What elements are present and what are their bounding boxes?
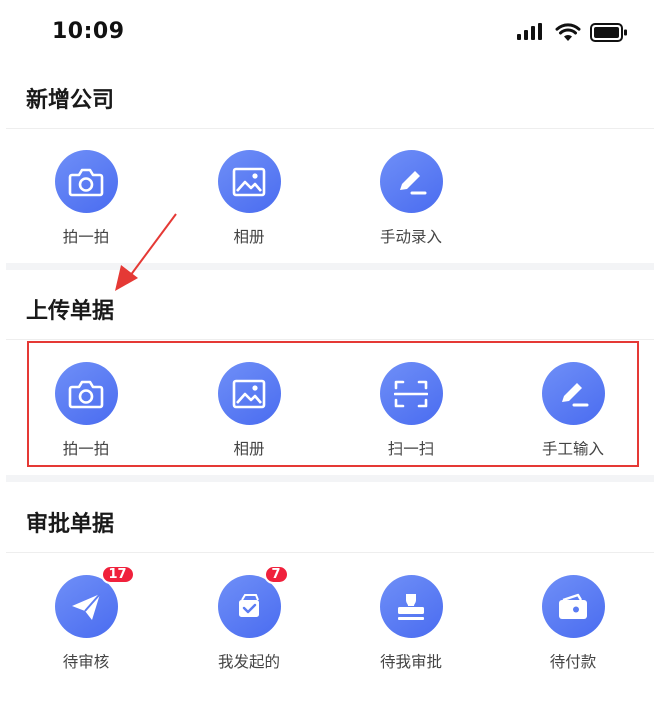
add-company-album-button[interactable]: 相册 xyxy=(184,150,314,250)
camera-icon xyxy=(68,168,104,196)
pending-review-badge: 17 xyxy=(100,565,135,584)
wallet-icon xyxy=(559,593,587,619)
initiated-by-me-button[interactable]: 7 我发起的 xyxy=(184,565,314,675)
stamp-icon xyxy=(398,593,424,620)
icon-circle xyxy=(541,362,605,425)
item-label: 手工输入 xyxy=(541,440,604,458)
battery-icon xyxy=(590,22,627,42)
divider xyxy=(6,552,654,553)
upload-scan-button[interactable]: 扫一扫 xyxy=(346,362,476,462)
status-time: 10:09 xyxy=(52,19,125,44)
item-label: 待付款 xyxy=(549,653,597,671)
document-check-icon xyxy=(239,593,259,617)
scan-icon xyxy=(394,380,428,407)
item-label: 相册 xyxy=(233,228,265,246)
divider xyxy=(6,339,654,340)
pending-review-button[interactable]: 17 待审核 xyxy=(21,565,151,675)
divider xyxy=(6,128,654,129)
pending-payment-button[interactable]: 待付款 xyxy=(508,575,638,675)
wifi-icon xyxy=(555,22,581,41)
item-label: 相册 xyxy=(233,440,265,458)
image-icon xyxy=(232,379,266,408)
upload-album-button[interactable]: 相册 xyxy=(184,362,314,462)
upload-camera-button[interactable]: 拍一拍 xyxy=(21,362,151,462)
add-company-manual-entry-button[interactable]: 手动录入 xyxy=(346,150,476,250)
cellular-signal-icon xyxy=(517,23,542,40)
icon-circle xyxy=(54,150,118,213)
icon-circle xyxy=(541,575,605,638)
icon-circle xyxy=(217,150,281,213)
add-company-camera-button[interactable]: 拍一拍 xyxy=(21,150,151,250)
item-label: 拍一拍 xyxy=(62,228,110,246)
icon-circle xyxy=(379,362,443,425)
section-gap xyxy=(6,475,654,482)
icon-circle xyxy=(379,150,443,213)
item-label: 待审核 xyxy=(62,653,110,671)
status-icons xyxy=(516,21,628,43)
item-label: 我发起的 xyxy=(217,653,280,671)
upload-manual-input-button[interactable]: 手工输入 xyxy=(508,362,638,462)
camera-icon xyxy=(68,380,104,408)
section-title-approve-document: 审批单据 xyxy=(26,512,115,537)
status-bar: 10:09 xyxy=(0,0,654,68)
icon-circle: 17 xyxy=(54,565,135,638)
item-label: 待我审批 xyxy=(379,653,442,671)
section-title-add-company: 新增公司 xyxy=(26,88,115,113)
awaiting-my-approval-button[interactable]: 待我审批 xyxy=(346,575,476,675)
icon-circle xyxy=(54,362,118,425)
icon-circle xyxy=(217,362,281,425)
section-title-upload-document: 上传单据 xyxy=(26,299,115,324)
initiated-by-me-badge: 7 xyxy=(263,565,289,584)
item-label: 拍一拍 xyxy=(62,440,110,458)
item-label: 手动录入 xyxy=(379,228,442,246)
item-label: 扫一扫 xyxy=(387,440,435,458)
pencil-icon xyxy=(562,382,589,406)
paper-plane-icon xyxy=(72,592,101,620)
section-gap xyxy=(6,263,654,270)
pencil-icon xyxy=(400,170,427,194)
icon-circle: 7 xyxy=(217,565,289,638)
icon-circle xyxy=(379,575,443,638)
image-icon xyxy=(232,167,266,196)
